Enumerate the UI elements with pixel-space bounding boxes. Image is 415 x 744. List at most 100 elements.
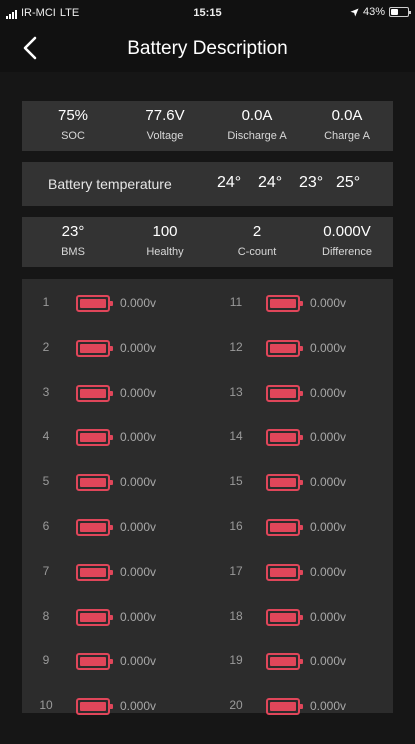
battery-level-fill xyxy=(391,9,398,15)
battery-cell-icon xyxy=(76,698,113,716)
cell-voltage: 0.000v xyxy=(120,609,157,624)
cell-voltage: 0.000v xyxy=(310,654,347,669)
cell-item: 14 0.000v xyxy=(222,427,382,447)
stat-charge: 0.0A Charge A xyxy=(301,101,393,151)
cell-voltage: 0.000v xyxy=(310,609,347,624)
stat-value: 77.6V xyxy=(145,107,185,124)
stat-difference: 0.000V Difference xyxy=(301,217,393,267)
stat-value: 2 xyxy=(252,223,262,240)
stat-value: 75% xyxy=(57,107,89,124)
cell-voltage: 0.000v xyxy=(310,385,347,400)
cell-voltage: 0.000v xyxy=(120,430,157,445)
stat-discharge: 0.0A Discharge A xyxy=(211,101,303,151)
battery-cell-icon xyxy=(76,384,113,402)
battery-cell-icon xyxy=(76,519,113,536)
cell-item: 11 0.000v xyxy=(222,293,382,313)
cell-voltage: 0.000v xyxy=(310,564,347,579)
battery-cell-icon xyxy=(76,608,113,626)
cells-panel: 1 0.000v 2 0.000v 3 0.000v 4 0.000v 5 0.000v 6 0.00… xyxy=(22,279,393,716)
cell-voltage: 0.000v xyxy=(310,340,347,355)
cell-index: 4 xyxy=(42,429,50,444)
cell-index: 11 xyxy=(229,295,243,309)
battery-cell-fill xyxy=(80,299,106,308)
cell-item: 10 0.000v xyxy=(32,696,192,716)
stat-c-count: 2 C-count xyxy=(211,217,303,267)
battery-cell-fill xyxy=(270,343,296,353)
cell-item: 20 0.000v xyxy=(222,696,382,716)
cell-index: 13 xyxy=(229,384,243,399)
cell-voltage: 0.000v xyxy=(310,699,347,714)
battery-cell-fill xyxy=(270,433,296,443)
cell-voltage: 0.000v xyxy=(120,520,157,534)
cell-index: 9 xyxy=(42,653,50,668)
cell-voltage: 0.000v xyxy=(120,340,157,355)
cell-item: 13 0.000v xyxy=(222,383,382,403)
battery-percent: 43% xyxy=(362,6,385,18)
stat-bms: 23° BMS xyxy=(27,217,119,267)
temperature-value: 24° xyxy=(217,174,242,191)
cell-index: 5 xyxy=(42,474,50,489)
battery-cell-icon xyxy=(266,698,303,716)
cell-voltage: 0.000v xyxy=(310,475,347,490)
cell-index: 15 xyxy=(229,474,243,489)
cell-item: 2 0.000v xyxy=(32,338,192,358)
battery-cell-fill xyxy=(270,523,296,532)
cell-voltage: 0.000v xyxy=(120,564,157,579)
battery-cell-fill xyxy=(270,702,296,712)
battery-icon xyxy=(389,7,411,17)
stat-healthy: 100 Healthy xyxy=(119,217,211,267)
temperature-value: 25° xyxy=(336,174,361,191)
battery-cell-icon xyxy=(266,608,303,626)
battery-cell-icon xyxy=(266,295,303,312)
temperature-label: Battery temperature xyxy=(48,176,172,192)
cell-item: 19 0.000v xyxy=(222,651,382,671)
cell-index: 17 xyxy=(229,563,243,578)
stat-label: Charge A xyxy=(324,130,370,142)
cell-index: 7 xyxy=(42,563,50,578)
cell-index: 8 xyxy=(42,608,50,623)
cell-item: 4 0.000v xyxy=(32,427,192,447)
nav-bar: Battery Description xyxy=(0,24,415,72)
cell-index: 20 xyxy=(229,698,243,713)
cell-voltage: 0.000v xyxy=(120,654,157,669)
bottom-strip xyxy=(0,724,415,744)
stat-voltage: 77.6V Voltage xyxy=(119,101,211,151)
location-arrow-icon xyxy=(350,7,359,17)
cell-index: 6 xyxy=(42,519,50,533)
battery-cell-fill xyxy=(270,478,296,488)
stat-label: Healthy xyxy=(146,246,184,258)
cell-index: 12 xyxy=(229,339,243,354)
cell-index: 19 xyxy=(229,653,243,668)
battery-cell-fill xyxy=(80,343,106,353)
cell-voltage: 0.000v xyxy=(310,430,347,445)
battery-cell-icon xyxy=(76,295,113,312)
cell-voltage: 0.000v xyxy=(310,296,347,310)
battery-cell-fill xyxy=(270,612,296,622)
stat-soc: 75% SOC xyxy=(27,101,119,151)
stat-value: 23° xyxy=(61,223,85,240)
temperature-panel: Battery temperature 24° 24° 23° 25° xyxy=(22,162,393,206)
cell-index: 1 xyxy=(42,295,50,309)
stat-value: 0.0A xyxy=(241,107,273,124)
cell-item: 1 0.000v xyxy=(32,293,192,313)
stat-label: Discharge A xyxy=(227,130,287,142)
battery-cell-fill xyxy=(80,702,106,712)
temperature-value: 23° xyxy=(299,174,324,191)
battery-cell-fill xyxy=(80,478,106,488)
stat-value: 0.000V xyxy=(323,223,371,240)
battery-cell-fill xyxy=(270,567,296,577)
temperature-value: 24° xyxy=(258,174,283,191)
cell-index: 10 xyxy=(39,698,53,713)
cell-item: 7 0.000v xyxy=(32,562,192,582)
battery-cell-fill xyxy=(270,657,296,667)
battery-cell-fill xyxy=(80,567,106,577)
summary-panel: 75% SOC 77.6V Voltage 0.0A Discharge A 0… xyxy=(22,101,393,151)
battery-cell-fill xyxy=(80,388,106,398)
cell-voltage: 0.000v xyxy=(120,475,157,490)
cell-item: 9 0.000v xyxy=(32,651,192,671)
battery-cell-fill xyxy=(80,657,106,667)
cell-index: 16 xyxy=(229,519,243,533)
battery-cell-fill xyxy=(80,523,106,532)
cell-item: 8 0.000v xyxy=(32,607,192,627)
cell-item: 15 0.000v xyxy=(222,472,382,492)
